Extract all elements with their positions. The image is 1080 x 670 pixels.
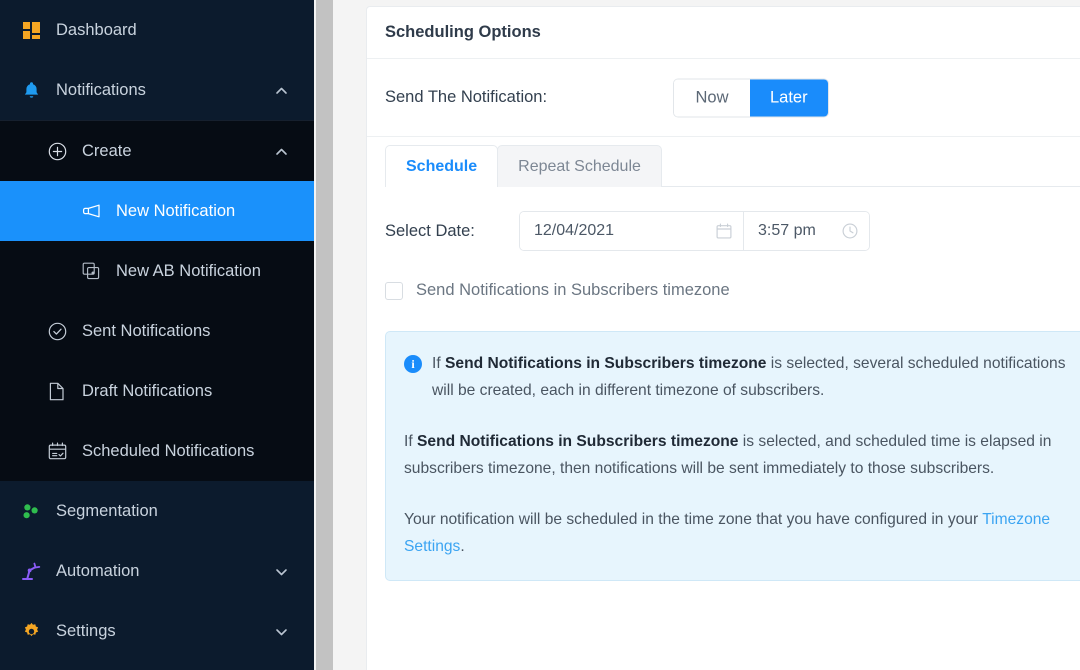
sidebar-nav: Dashboard Notifications Create (0, 0, 314, 670)
calendar-check-icon (44, 440, 70, 462)
sidebar-item-dashboard[interactable]: Dashboard (0, 0, 314, 60)
card-title: Scheduling Options (367, 7, 1080, 59)
date-input[interactable]: 12/04/2021 (520, 212, 743, 250)
sidebar-item-label: Notifications (56, 81, 146, 100)
select-date-row: Select Date: 12/04/2021 3:57 pm (367, 187, 1080, 251)
tab-repeat-schedule[interactable]: Repeat Schedule (497, 145, 662, 187)
tab-schedule[interactable]: Schedule (385, 145, 498, 187)
check-circle-icon (44, 320, 70, 342)
send-notification-row: Send The Notification: Now Later (367, 59, 1080, 137)
sidebar-item-label: New Notification (116, 202, 235, 221)
subscribers-timezone-row: Send Notifications in Subscribers timezo… (367, 251, 1080, 300)
info-paragraph-1: i If Send Notifications in Subscribers t… (404, 350, 1073, 404)
info-paragraph-1-text: If Send Notifications in Subscribers tim… (432, 350, 1073, 404)
segmentation-dots-icon (18, 500, 44, 522)
scheduling-options-card: Scheduling Options Send The Notification… (366, 6, 1080, 670)
subscribers-timezone-checkbox[interactable] (385, 282, 403, 300)
time-input-value: 3:57 pm (758, 222, 842, 240)
subscribers-timezone-label: Send Notifications in Subscribers timezo… (416, 281, 730, 300)
sidebar-item-settings[interactable]: Settings (0, 601, 314, 661)
robot-arm-icon (18, 560, 44, 582)
plus-circle-icon (44, 140, 70, 162)
sidebar-item-scheduled-notifications[interactable]: Scheduled Notifications (0, 421, 314, 481)
chevron-down-icon[interactable] (275, 625, 288, 638)
send-timing-toggle-group: Now Later (673, 78, 829, 117)
sidebar-item-label: Automation (56, 562, 139, 581)
sidebar-item-automation[interactable]: Automation (0, 541, 314, 601)
datetime-input-group: 12/04/2021 3:57 pm (519, 211, 870, 251)
info-paragraph-2: If Send Notifications in Subscribers tim… (404, 428, 1073, 482)
sidebar-item-label: Settings (56, 622, 116, 641)
info-paragraph-3: Your notification will be scheduled in t… (404, 506, 1073, 560)
info-circle-icon: i (404, 355, 422, 373)
sidebar-item-label: Sent Notifications (82, 322, 210, 341)
sidebar-item-label: Dashboard (56, 21, 137, 40)
sidebar-item-draft-notifications[interactable]: Draft Notifications (0, 361, 314, 421)
sidebar-item-segmentation[interactable]: Segmentation (0, 481, 314, 541)
app-window: Dashboard Notifications Create (0, 0, 1080, 670)
scrollbar-thumb[interactable] (316, 0, 333, 670)
sidebar-item-new-notification[interactable]: New Notification (0, 181, 314, 241)
schedule-tabs: Schedule Repeat Schedule (367, 137, 1080, 187)
sidebar-item-label: Create (82, 142, 132, 161)
page-scrollbar[interactable] (314, 0, 352, 670)
chevron-down-icon[interactable] (275, 565, 288, 578)
sidebar-item-label: Segmentation (56, 502, 158, 521)
megaphone-icon (78, 200, 104, 222)
chevron-up-icon[interactable] (275, 84, 288, 97)
bell-icon (18, 79, 44, 101)
sidebar-item-new-ab-notification[interactable]: New AB Notification (0, 241, 314, 301)
chevron-up-icon[interactable] (275, 145, 288, 158)
sidebar-item-sent-notifications[interactable]: Sent Notifications (0, 301, 314, 361)
sidebar-item-notifications[interactable]: Notifications (0, 60, 314, 120)
date-input-value: 12/04/2021 (534, 222, 716, 240)
calendar-icon[interactable] (716, 223, 732, 239)
file-icon (44, 380, 70, 402)
send-now-button[interactable]: Now (674, 79, 750, 116)
send-later-button[interactable]: Later (750, 79, 828, 116)
main-content: Scheduling Options Send The Notification… (352, 0, 1080, 670)
gear-icon (18, 620, 44, 642)
copy-icon (78, 260, 104, 282)
sidebar-item-label: Draft Notifications (82, 382, 212, 401)
sidebar-item-create[interactable]: Create (0, 121, 314, 181)
sidebar-item-label: New AB Notification (116, 262, 261, 281)
clock-icon[interactable] (842, 223, 858, 239)
select-date-label: Select Date: (385, 222, 519, 241)
send-notification-label: Send The Notification: (385, 88, 547, 107)
sidebar-item-label: Scheduled Notifications (82, 442, 254, 461)
timezone-info-box: i If Send Notifications in Subscribers t… (385, 331, 1080, 581)
dashboard-grid-icon (18, 19, 44, 41)
time-input[interactable]: 3:57 pm (743, 212, 869, 250)
